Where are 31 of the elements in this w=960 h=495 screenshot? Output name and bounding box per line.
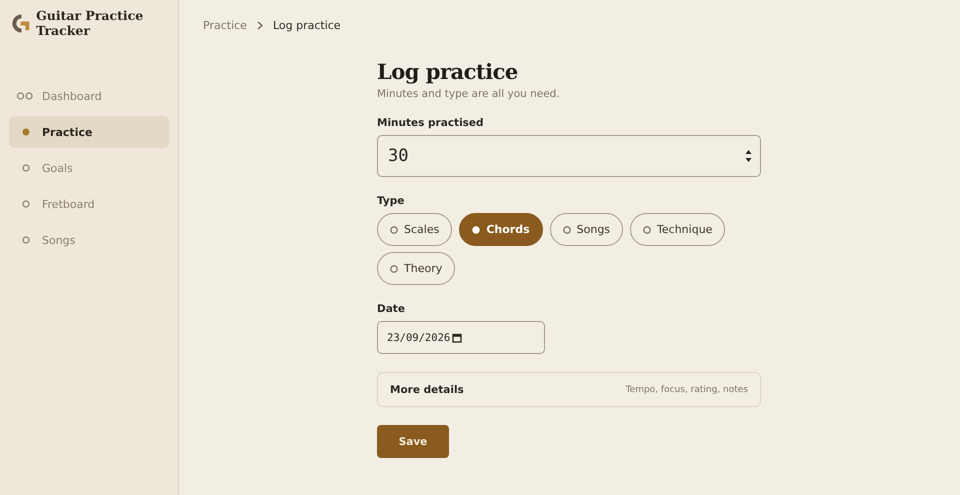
ring-icon: [390, 264, 398, 272]
ring-icon: [22, 236, 30, 244]
ring-icon: [390, 226, 398, 234]
field-label: Type: [377, 195, 406, 207]
type-option[interactable]: Technique: [630, 213, 726, 246]
ring-icon: [22, 200, 30, 208]
ring-icon: [22, 164, 30, 172]
type-option[interactable]: Chords: [459, 213, 543, 246]
two-circles-icon: [17, 92, 33, 100]
breadcrumb-current: Log practice: [272, 19, 341, 32]
ring-icon: [562, 226, 571, 234]
chevron-right-icon: [256, 21, 263, 30]
breadcrumb-link[interactable]: Practice: [203, 19, 247, 32]
field-label: Minutes practised: [377, 117, 485, 129]
dot-icon: [472, 226, 480, 234]
app-title: Guitar Practice Tracker: [36, 8, 144, 38]
sidebar-item[interactable]: Practice: [9, 116, 169, 148]
calendar-icon: [452, 332, 462, 342]
type-option[interactable]: Songs: [550, 213, 624, 246]
page-subtitle: Minutes and type are all you need.: [377, 88, 561, 100]
minutes-field[interactable]: 30: [377, 135, 761, 177]
save-button[interactable]: Save: [377, 425, 449, 458]
type-option[interactable]: Theory: [377, 252, 456, 285]
page-title: Log practice: [377, 59, 519, 85]
type-option[interactable]: Scales: [377, 213, 452, 246]
spinner-icon: [745, 149, 752, 163]
field-label: Date: [377, 303, 406, 315]
more-details-toggle[interactable]: More details Tempo, focus, rating, notes: [377, 372, 761, 407]
date-field[interactable]: 23/09/2026: [377, 321, 545, 354]
dot-icon: [22, 128, 30, 136]
ring-icon: [643, 226, 652, 234]
